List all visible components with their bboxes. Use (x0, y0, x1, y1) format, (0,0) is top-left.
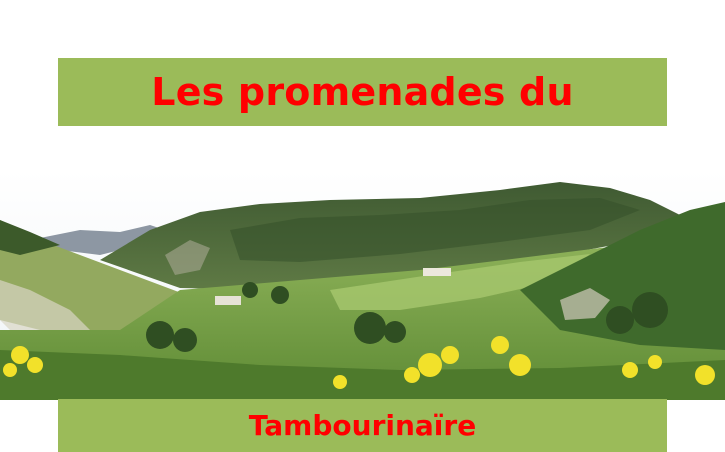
tree (146, 321, 174, 349)
broom-flower (509, 354, 531, 376)
tree (606, 306, 634, 334)
broom-flower (491, 336, 509, 354)
tree (632, 292, 668, 328)
broom-flower (3, 363, 17, 377)
broom-flower (648, 355, 662, 369)
landscape-photo (0, 170, 725, 400)
broom-flower (404, 367, 420, 383)
tree (242, 282, 258, 298)
broom-flower (333, 375, 347, 389)
landscape-illustration (0, 170, 725, 400)
title-banner: Les promenades du (58, 58, 667, 126)
tree (384, 321, 406, 343)
broom-flower (441, 346, 459, 364)
page-title: Les promenades du (151, 70, 574, 114)
cover-page: Les promenades du Tambourinaïre (0, 0, 725, 452)
page-subtitle: Tambourinaïre (248, 409, 477, 442)
broom-flower (11, 346, 29, 364)
broom-flower (622, 362, 638, 378)
subtitle-banner: Tambourinaïre (58, 399, 667, 452)
farm-building (215, 296, 241, 305)
broom-flower (695, 365, 715, 385)
tree (271, 286, 289, 304)
broom-flower (27, 357, 43, 373)
tree (173, 328, 197, 352)
tree (354, 312, 386, 344)
farm-building (423, 268, 451, 276)
broom-flower (418, 353, 442, 377)
